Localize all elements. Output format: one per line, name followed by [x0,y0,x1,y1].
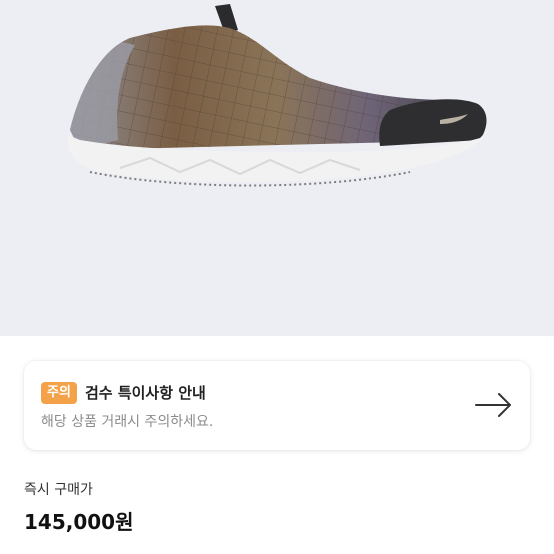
arrow-right-icon[interactable] [475,393,512,417]
product-image [67,4,488,187]
product-image-area [0,0,554,336]
notice-title: 검수 특이사항 안내 [85,384,206,402]
buy-now-price-label: 즉시 구매가 [24,482,93,498]
buy-now-price: 145,000원 [24,510,134,534]
caution-badge: 주의 [41,382,77,404]
product-page: 주의 검수 특이사항 안내 해당 상품 거래시 주의하세요. 즉시 구매가 14… [0,0,554,554]
notice-subtitle: 해당 상품 거래시 주의하세요. [41,414,214,430]
inspection-notice-card[interactable]: 주의 검수 특이사항 안내 해당 상품 거래시 주의하세요. [24,361,530,450]
